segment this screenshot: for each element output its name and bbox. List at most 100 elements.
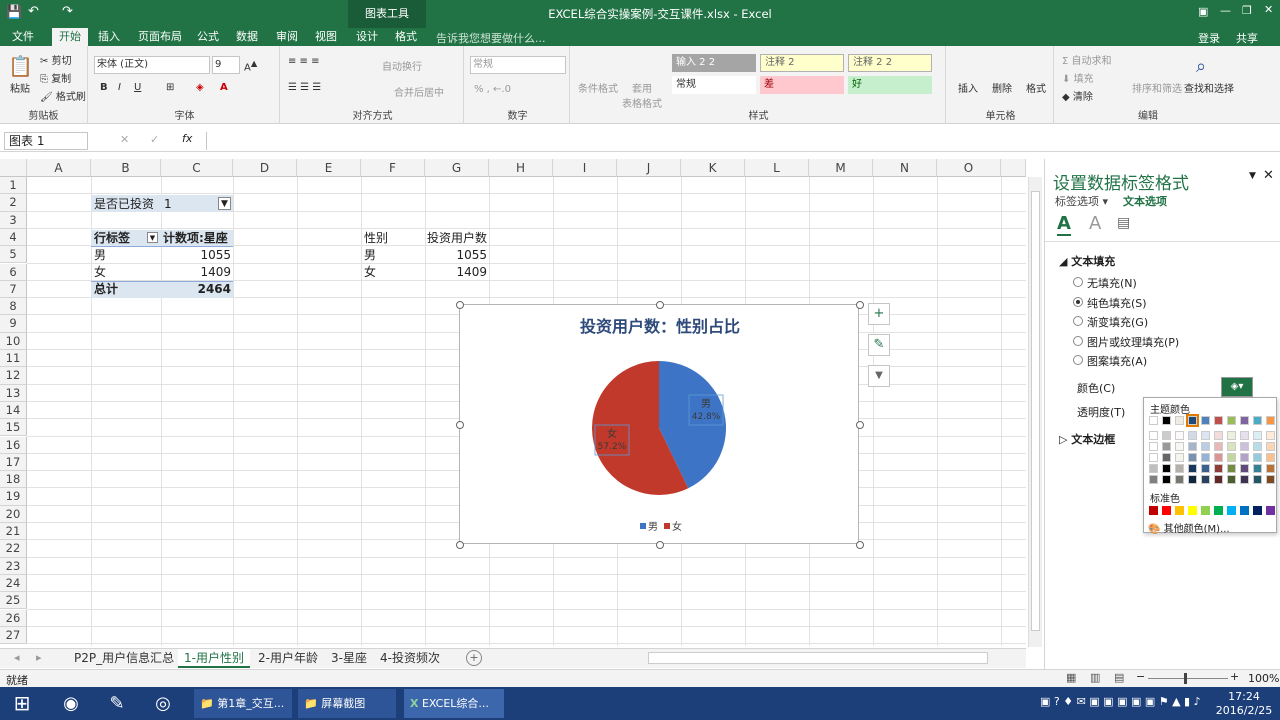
- percent-icon[interactable]: % , ←.0: [474, 84, 511, 95]
- row-header[interactable]: 1: [0, 177, 27, 195]
- theme-color-swatch[interactable]: [1214, 431, 1223, 440]
- horizontal-scrollbar[interactable]: [648, 652, 988, 664]
- theme-color-swatch[interactable]: [1266, 453, 1275, 462]
- tab-insert[interactable]: 插入: [92, 28, 126, 46]
- enter-icon[interactable]: ✓: [150, 133, 159, 146]
- label-options-tab[interactable]: 标签选项 ▾: [1055, 193, 1108, 209]
- standard-color-swatch[interactable]: [1162, 506, 1171, 515]
- fill-option-label[interactable]: 图案填充(A): [1087, 353, 1147, 369]
- fill-option-label[interactable]: 渐变填充(G): [1087, 314, 1148, 330]
- row-header[interactable]: 14: [0, 401, 27, 420]
- col-header[interactable]: J: [617, 159, 681, 177]
- theme-color-swatch[interactable]: [1253, 416, 1262, 425]
- theme-color-swatch[interactable]: [1227, 475, 1236, 484]
- sheet-tab[interactable]: P2P_用户信息汇总: [68, 649, 180, 668]
- tab-formulas[interactable]: 公式: [192, 28, 224, 46]
- name-box[interactable]: 图表 1: [4, 132, 88, 150]
- legend-label-0[interactable]: 男: [648, 521, 658, 533]
- theme-color-swatch[interactable]: [1253, 431, 1262, 440]
- next-sheet-icon[interactable]: ▸: [36, 651, 42, 664]
- theme-color-swatch[interactable]: [1201, 431, 1210, 440]
- sheet-tab[interactable]: 4-投资频次: [374, 649, 446, 668]
- clock-date[interactable]: 2016/2/25: [1214, 704, 1274, 717]
- theme-color-swatch[interactable]: [1227, 431, 1236, 440]
- tab-review[interactable]: 审阅: [270, 28, 304, 46]
- theme-color-swatch[interactable]: [1175, 475, 1184, 484]
- row-header[interactable]: 8: [0, 298, 27, 316]
- theme-color-swatch[interactable]: [1175, 431, 1184, 440]
- standard-color-swatch[interactable]: [1266, 506, 1275, 515]
- number-format-select[interactable]: 常规: [470, 56, 566, 74]
- table2-row-value[interactable]: 1409: [425, 264, 487, 280]
- fill-radio[interactable]: [1073, 316, 1083, 326]
- redo-icon[interactable]: ↷: [62, 4, 73, 19]
- col-header[interactable]: O: [937, 159, 1001, 177]
- theme-color-swatch[interactable]: [1201, 416, 1210, 425]
- sheet-tab[interactable]: 3-星座: [325, 649, 373, 668]
- data-label-name[interactable]: 男: [701, 398, 711, 410]
- bold-button[interactable]: B: [100, 82, 108, 93]
- theme-color-swatch[interactable]: [1175, 416, 1184, 425]
- conditional-format-button[interactable]: 条件格式: [578, 80, 618, 95]
- pivot-filter-value[interactable]: 1: [164, 196, 172, 212]
- fill-option-label[interactable]: 纯色填充(S): [1087, 295, 1147, 311]
- copy-button[interactable]: ⎘ 复制: [40, 70, 71, 85]
- theme-color-swatch[interactable]: [1149, 475, 1158, 484]
- data-label-pct[interactable]: 42.8%: [692, 412, 721, 422]
- style-note22[interactable]: 注释 2 2: [848, 54, 932, 72]
- cut-button[interactable]: ✂ 剪切: [40, 52, 72, 67]
- row-header[interactable]: 2: [0, 194, 27, 212]
- color-picker-button[interactable]: ◈▾: [1221, 377, 1253, 397]
- taskbar-item[interactable]: 📁 第1章_交互...: [194, 689, 292, 718]
- format-painter-button[interactable]: 🖌 格式刷: [40, 88, 86, 103]
- resize-handle[interactable]: [856, 541, 864, 549]
- app-icon[interactable]: ◉: [56, 689, 86, 718]
- format-cells-button[interactable]: 格式: [1026, 80, 1046, 95]
- theme-color-swatch[interactable]: [1201, 464, 1210, 473]
- theme-color-swatch[interactable]: [1149, 453, 1158, 462]
- style-bad[interactable]: 差: [760, 76, 844, 94]
- row-header[interactable]: 3: [0, 211, 27, 229]
- add-sheet-icon[interactable]: +: [466, 650, 482, 666]
- zoom-slider[interactable]: [1148, 678, 1228, 679]
- zoom-out-icon[interactable]: −: [1136, 670, 1145, 683]
- formula-input[interactable]: [206, 132, 1274, 150]
- grow-font-icon[interactable]: A▲: [244, 58, 257, 73]
- resize-handle[interactable]: [656, 541, 664, 549]
- scroll-thumb[interactable]: [1031, 191, 1040, 631]
- chart-elements-button[interactable]: +: [868, 303, 890, 325]
- col-header[interactable]: I: [553, 159, 617, 177]
- standard-color-swatch[interactable]: [1175, 506, 1184, 515]
- zoom-in-icon[interactable]: +: [1230, 670, 1239, 683]
- text-fill-section[interactable]: ◢ 文本填充: [1059, 253, 1115, 269]
- theme-color-swatch[interactable]: [1240, 464, 1249, 473]
- pivot-row-value[interactable]: 1409: [161, 264, 231, 280]
- col-header[interactable]: D: [233, 159, 297, 177]
- taskbar-item[interactable]: 📁 屏幕截图: [298, 689, 396, 718]
- text-effects-icon[interactable]: A: [1089, 213, 1101, 234]
- theme-color-swatch[interactable]: [1266, 416, 1275, 425]
- theme-color-swatch[interactable]: [1266, 431, 1275, 440]
- dropdown-icon[interactable]: ▼: [147, 232, 158, 243]
- paste-icon[interactable]: 📋: [8, 54, 33, 78]
- close-icon[interactable]: ✕: [1264, 3, 1273, 16]
- theme-color-swatch[interactable]: [1175, 442, 1184, 451]
- col-header[interactable]: K: [681, 159, 745, 177]
- standard-color-swatch[interactable]: [1149, 506, 1158, 515]
- theme-color-swatch[interactable]: [1162, 464, 1171, 473]
- row-header[interactable]: 20: [0, 505, 27, 523]
- fill-radio[interactable]: [1073, 296, 1083, 307]
- restore-icon[interactable]: ❐: [1242, 4, 1252, 17]
- fill-button[interactable]: ⬇ 填充: [1062, 70, 1094, 85]
- row-header[interactable]: 16: [0, 436, 27, 454]
- insert-cells-button[interactable]: 插入: [958, 80, 978, 95]
- theme-color-swatch[interactable]: [1240, 453, 1249, 462]
- theme-color-swatch[interactable]: [1240, 442, 1249, 451]
- pen-icon[interactable]: ✎: [102, 689, 132, 718]
- signin-link[interactable]: 登录: [1198, 30, 1220, 46]
- theme-color-swatch[interactable]: [1188, 442, 1197, 451]
- theme-color-swatch[interactable]: [1162, 475, 1171, 484]
- theme-color-swatch[interactable]: [1253, 464, 1262, 473]
- text-options-tab[interactable]: 文本选项: [1123, 193, 1167, 209]
- tab-data[interactable]: 数据: [230, 28, 264, 46]
